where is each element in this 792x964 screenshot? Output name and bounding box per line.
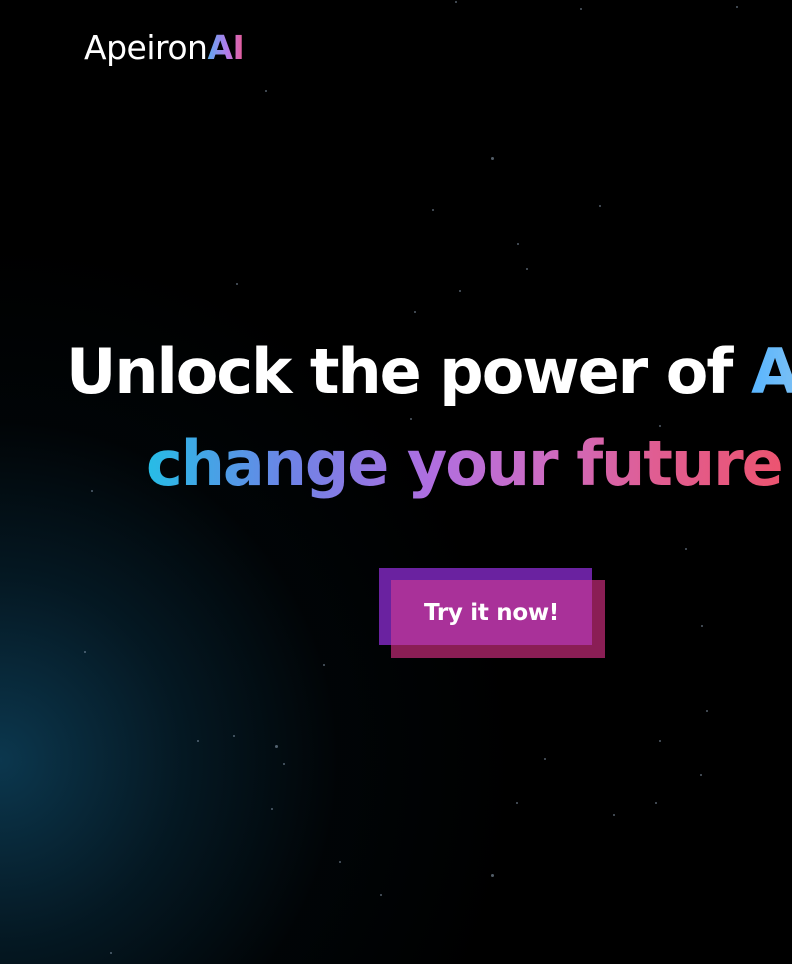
hero-headline-line1: Unlock the power of AI [66,332,792,412]
logo-wordmark: Apeiron [84,28,208,67]
hero-headline-line2: change your future [146,424,784,504]
headline-ai-accent: AI [751,335,792,408]
cta-container: Try it now! [379,568,605,658]
headline-text: Unlock the power of [66,335,751,408]
brand-logo[interactable]: ApeironAI [84,28,245,67]
try-it-now-button[interactable]: Try it now! [391,580,592,645]
landing-page: ApeironAI Unlock the power of AI change … [0,0,792,964]
logo-ai-accent: AI [207,28,245,67]
